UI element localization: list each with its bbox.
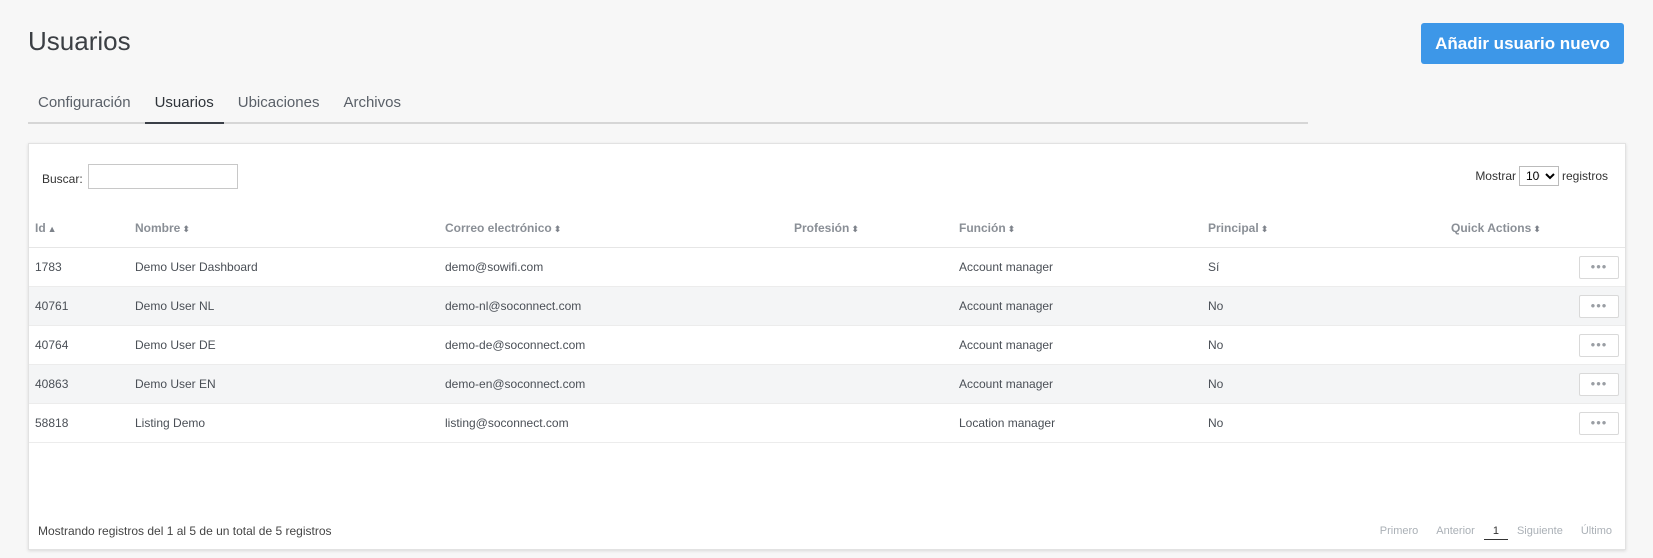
length-suffix: registros [1561, 169, 1608, 183]
more-dots-icon[interactable]: ••• [1579, 294, 1619, 318]
column-header-quick-actions[interactable]: Quick Actions ⬍ [1445, 208, 1625, 248]
cell-correo: demo-de@soconnect.com [439, 325, 788, 365]
table-row[interactable]: 1783 Demo User Dashboard demo@sowifi.com… [29, 247, 1625, 287]
column-header-label: Función [959, 220, 1006, 235]
cell-nombre: Listing Demo [129, 403, 439, 443]
cell-nombre: Demo User DE [129, 325, 439, 365]
column-header-label: Quick Actions [1451, 220, 1532, 235]
sort-asc-icon: ▲ [47, 223, 57, 234]
sort-both-icon: ⬍ [553, 223, 562, 234]
cell-quick-actions: ••• [1445, 325, 1625, 365]
add-user-button[interactable]: Añadir usuario nuevo [1421, 23, 1624, 64]
cell-correo: demo-en@soconnect.com [439, 364, 788, 404]
cell-quick-actions: ••• [1445, 286, 1625, 326]
users-table: Id ▲ Nombre ⬍ Correo electrónico ⬍ Profesió… [29, 208, 1625, 443]
search-label: Buscar: [42, 172, 83, 186]
cell-id: 40863 [29, 364, 129, 404]
table-row[interactable]: 40863 Demo User EN demo-en@soconnect.com… [29, 364, 1625, 404]
cell-funcion: Account manager [953, 247, 1202, 287]
column-header-label: Principal [1208, 220, 1259, 235]
cell-profesion [788, 286, 953, 326]
cell-quick-actions: ••• [1445, 364, 1625, 404]
cell-nombre: Demo User EN [129, 364, 439, 404]
cell-quick-actions: ••• [1445, 247, 1625, 287]
cell-funcion: Account manager [953, 286, 1202, 326]
cell-profesion [788, 247, 953, 287]
table-info: Mostrando registros del 1 al 5 de un tot… [38, 524, 332, 538]
cell-id: 40764 [29, 325, 129, 365]
column-header-label: Nombre [135, 220, 181, 235]
column-header-label: Id [35, 220, 46, 235]
pager-last[interactable]: Último [1572, 523, 1621, 540]
pager-first[interactable]: Primero [1371, 523, 1428, 540]
column-header-nombre[interactable]: Nombre ⬍ [129, 208, 439, 248]
column-header-label: Profesión [794, 220, 850, 235]
pager-current-page[interactable]: 1 [1483, 523, 1508, 540]
search-input[interactable] [88, 164, 238, 189]
cell-funcion: Account manager [953, 325, 1202, 365]
page-title: Usuarios [28, 26, 131, 56]
table-header-row: Id ▲ Nombre ⬍ Correo electrónico ⬍ Profesió… [29, 208, 1625, 248]
column-header-funcion[interactable]: Función ⬍ [953, 208, 1202, 248]
length-select[interactable]: 100 [1518, 166, 1559, 186]
sort-both-icon: ⬍ [1260, 223, 1269, 234]
cell-profesion [788, 325, 953, 365]
cell-id: 1783 [29, 247, 129, 287]
cell-nombre: Demo User NL [129, 286, 439, 326]
cell-id: 40761 [29, 286, 129, 326]
cell-funcion: Location manager [953, 403, 1202, 443]
cell-funcion: Account manager [953, 364, 1202, 404]
tabs-bar: Configuración Usuarios Ubicaciones Archi… [28, 84, 1308, 124]
cell-profesion [788, 403, 953, 443]
sort-both-icon: ⬍ [1533, 223, 1541, 234]
tab-archivos[interactable]: Archivos [333, 84, 411, 122]
cell-principal: Sí [1202, 247, 1445, 287]
users-table-card: Buscar: Mostrar 100 registros Id ▲ Nombre… [28, 143, 1626, 550]
more-dots-icon[interactable]: ••• [1579, 372, 1619, 396]
sort-both-icon: ⬍ [1007, 223, 1016, 234]
cell-principal: No [1202, 403, 1445, 443]
more-dots-icon[interactable]: ••• [1579, 255, 1619, 279]
more-dots-icon[interactable]: ••• [1579, 411, 1619, 435]
sort-both-icon: ⬍ [851, 223, 859, 234]
cell-correo: demo-nl@soconnect.com [439, 286, 788, 326]
more-dots-icon[interactable]: ••• [1579, 333, 1619, 357]
table-row[interactable]: 40764 Demo User DE demo-de@soconnect.com… [29, 325, 1625, 365]
pager-prev[interactable]: Anterior [1427, 523, 1484, 540]
cell-correo: demo@sowifi.com [439, 247, 788, 287]
cell-principal: No [1202, 286, 1445, 326]
table-row[interactable]: 40761 Demo User NL demo-nl@soconnect.com… [29, 286, 1625, 326]
cell-id: 58818 [29, 403, 129, 443]
cell-profesion [788, 364, 953, 404]
tab-configuracion[interactable]: Configuración [28, 84, 141, 122]
cell-principal: No [1202, 364, 1445, 404]
length-prefix: Mostrar [1475, 169, 1516, 183]
column-header-profesion[interactable]: Profesión ⬍ [788, 208, 953, 248]
column-header-label: Correo electrónico [445, 220, 552, 235]
column-header-correo[interactable]: Correo electrónico ⬍ [439, 208, 788, 248]
pagination: Primero Anterior 1 Siguiente Último [1371, 523, 1621, 540]
tab-ubicaciones[interactable]: Ubicaciones [228, 84, 330, 122]
cell-quick-actions: ••• [1445, 403, 1625, 443]
sort-both-icon: ⬍ [182, 223, 190, 234]
table-row[interactable]: 58818 Listing Demo listing@soconnect.com… [29, 403, 1625, 443]
pager-next[interactable]: Siguiente [1508, 523, 1572, 540]
length-control: Mostrar 100 registros [1475, 166, 1608, 186]
cell-principal: No [1202, 325, 1445, 365]
column-header-id[interactable]: Id ▲ [29, 208, 129, 248]
cell-correo: listing@soconnect.com [439, 403, 788, 443]
tab-usuarios[interactable]: Usuarios [144, 84, 224, 124]
column-header-principal[interactable]: Principal ⬍ [1202, 208, 1445, 248]
cell-nombre: Demo User Dashboard [129, 247, 439, 287]
